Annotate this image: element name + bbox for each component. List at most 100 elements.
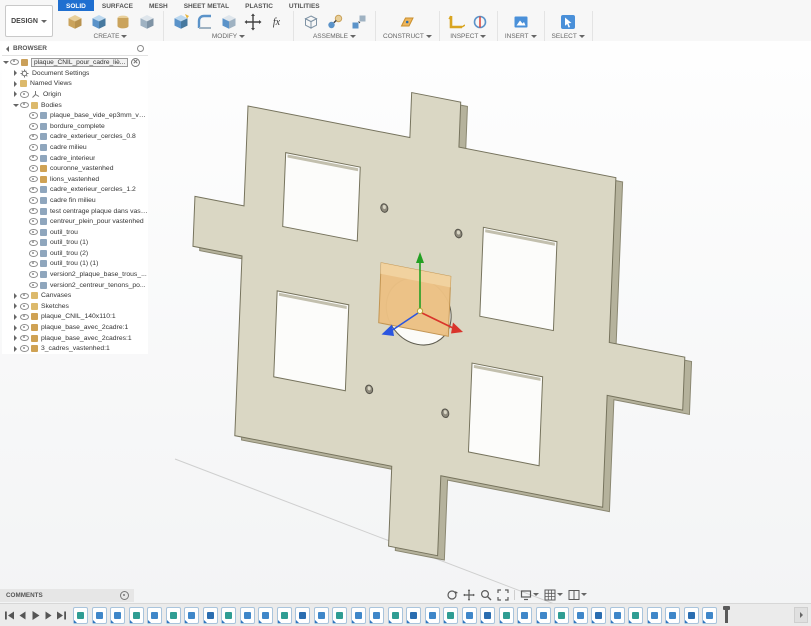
component-row[interactable]: 3_cadres_vastenhed:1 [2,343,148,354]
group-label-inspect[interactable]: INSPECT [450,33,478,40]
component-row[interactable]: plaque_CNIL_140x110:1 [2,312,148,323]
timeline-feature[interactable] [387,606,403,624]
timeline-feature[interactable] [165,606,181,624]
step-forward-button[interactable] [43,609,54,621]
timeline-feature[interactable] [73,606,88,624]
step-back-button[interactable] [17,609,28,621]
component-row[interactable]: plaque_base_avec_2cadre:1 [2,322,148,333]
body-row[interactable]: outil_trou [2,227,148,238]
body-row[interactable]: version2_plaque_base_trous_... [2,269,148,280]
visibility-eye-icon[interactable] [28,249,39,258]
tree-row-sketches[interactable]: Sketches [2,301,148,312]
grid-settings-icon[interactable] [544,589,563,601]
sweep-button[interactable] [137,13,156,32]
expand-arrow-icon[interactable] [14,292,17,299]
expand-arrow-icon[interactable] [14,345,17,352]
expand-arrow-icon[interactable] [14,70,17,77]
group-label-assemble[interactable]: ASSEMBLE [313,33,348,40]
pan-icon[interactable] [463,588,475,601]
timeline-feature[interactable] [369,606,384,624]
timeline-feature[interactable] [239,606,255,624]
change-parameters-button[interactable]: fx [267,13,286,32]
timeline-feature[interactable] [313,606,329,624]
orbit-icon[interactable] [446,589,458,601]
body-row[interactable]: centreur_plein_pour vastenhed [2,216,148,227]
timeline-feature[interactable] [258,606,273,624]
visibility-eye-icon[interactable] [28,111,39,120]
expand-arrow-icon[interactable] [14,303,17,310]
group-label-select[interactable]: SELECT [552,33,577,40]
body-row[interactable]: cadre fin milieu [2,195,148,206]
expand-arrow-icon[interactable] [14,335,17,342]
visibility-eye-icon[interactable] [28,196,39,205]
group-label-construct[interactable]: CONSTRUCT [383,33,424,40]
collapse-panel-icon[interactable] [6,45,9,52]
visibility-eye-icon[interactable] [19,101,30,110]
tab-surface[interactable]: SURFACE [94,0,141,11]
timeline-feature[interactable] [406,606,421,624]
visibility-eye-icon[interactable] [28,122,39,131]
expand-arrow-icon[interactable] [14,313,17,320]
timeline-feature[interactable] [517,606,532,624]
tab-solid[interactable]: SOLID [58,0,94,11]
tab-mesh[interactable]: MESH [141,0,176,11]
expand-arrow-icon[interactable] [14,80,17,87]
visibility-eye-icon[interactable] [19,344,30,353]
visibility-eye-icon[interactable] [28,154,39,163]
expand-arrow-icon[interactable] [2,60,9,64]
body-row[interactable]: outil_trou (2) [2,248,148,259]
tab-plastic[interactable]: PLASTIC [237,0,281,11]
go-to-end-button[interactable] [56,609,67,621]
timeline-feature[interactable] [498,606,514,624]
select-button[interactable] [559,13,578,32]
body-row[interactable]: cadre_interieur [2,153,148,164]
timeline-feature[interactable] [276,606,292,624]
construction-plane-button[interactable] [398,13,417,32]
visibility-eye-icon[interactable] [28,238,39,247]
visibility-eye-icon[interactable] [19,291,30,300]
timeline-feature[interactable] [665,606,680,624]
viewports-icon[interactable] [568,589,587,601]
tree-row-bodies[interactable]: Bodies [2,100,148,111]
body-row[interactable]: cadre_exterieur_cercles_0.8 [2,132,148,143]
joint-button[interactable] [325,13,344,32]
timeline-scroll-right-button[interactable] [794,607,808,623]
selection-box-component[interactable] [378,262,452,337]
visibility-eye-icon[interactable] [28,132,39,141]
browser-root-row[interactable]: plaque_CNIL_pour_cadre_liè... [2,56,148,68]
group-label-modify[interactable]: MODIFY [212,33,237,40]
body-row[interactable]: outil_trou (1) [2,238,148,249]
timeline-feature[interactable] [480,606,495,624]
group-label-create[interactable]: CREATE [94,33,120,40]
timeline-feature[interactable] [535,606,551,624]
timeline-feature[interactable] [443,606,458,624]
timeline-feature[interactable] [609,606,625,624]
visibility-eye-icon[interactable] [28,185,39,194]
timeline-feature[interactable] [646,606,662,624]
visibility-eye-icon[interactable] [19,302,30,311]
visibility-eye-icon[interactable] [19,323,30,332]
visibility-eye-icon[interactable] [19,90,30,99]
revolve-button[interactable] [113,13,132,32]
workspace-selector[interactable]: DESIGN [5,5,53,37]
timeline-feature[interactable] [147,606,162,624]
measure-button[interactable] [447,13,466,32]
visibility-eye-icon[interactable] [28,164,39,173]
timeline-feature[interactable] [110,606,125,624]
visibility-eye-icon[interactable] [28,228,39,237]
group-label-insert[interactable]: INSERT [505,33,529,40]
body-row[interactable]: outil_trou (1) (1) [2,259,148,270]
press-pull-button[interactable] [171,13,190,32]
timeline-feature[interactable] [554,606,569,624]
timeline-feature[interactable] [128,606,144,624]
timeline-feature[interactable] [184,606,199,624]
expand-arrow-icon[interactable] [14,91,17,98]
body-row[interactable]: bordure_complete [2,121,148,132]
timeline-feature[interactable] [628,606,643,624]
panel-menu-icon[interactable] [137,45,144,52]
collapse-arrow-icon[interactable] [12,103,19,107]
visibility-eye-icon[interactable] [28,217,39,226]
timeline-feature[interactable] [332,606,347,624]
visibility-eye-icon[interactable] [19,312,30,321]
comments-menu-icon[interactable] [120,591,129,600]
